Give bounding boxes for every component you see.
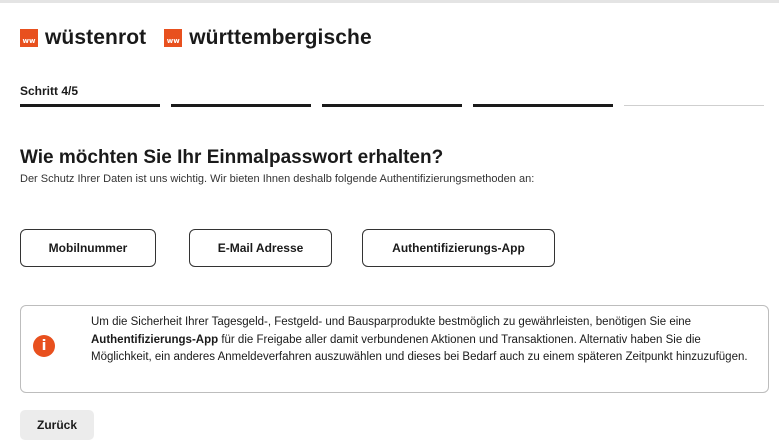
progress-segment-4	[473, 104, 613, 107]
info-text-bold: Authentifizierungs-App	[91, 333, 219, 346]
progress-segment-5	[624, 105, 764, 106]
info-notice: i Um die Sicherheit Ihrer Tagesgeld-, Fe…	[20, 305, 769, 393]
progress-segment-1	[20, 104, 160, 107]
email-address-button[interactable]: E-Mail Adresse	[189, 229, 332, 267]
page-subtitle: Der Schutz Ihrer Daten ist uns wichtig. …	[20, 173, 535, 185]
back-button[interactable]: Zurück	[20, 410, 94, 440]
mobile-number-button[interactable]: Mobilnummer	[20, 229, 156, 267]
progress-segment-2	[171, 104, 311, 107]
wuestenrot-logo: ww wüstenrot	[20, 26, 146, 50]
info-text-start: Um die Sicherheit Ihrer Tagesgeld-, Fest…	[91, 316, 692, 328]
authenticator-app-button[interactable]: Authentifizierungs-App	[362, 229, 555, 267]
info-icon: i	[33, 335, 55, 357]
brand-logos: ww wüstenrot ww württembergische	[20, 26, 372, 50]
ww-logo-mark-icon: ww	[164, 29, 183, 47]
progress-segment-3	[322, 104, 462, 107]
page-title: Wie möchten Sie Ihr Einmalpasswort erhal…	[20, 147, 444, 168]
ww-logo-mark-icon: ww	[20, 29, 38, 47]
step-label: Schritt 4/5	[20, 84, 79, 98]
step-progress-bar	[20, 104, 769, 108]
wuerttembergische-logo: ww württembergische	[164, 26, 372, 50]
wuerttembergische-logo-text: württembergische	[189, 26, 372, 49]
top-border	[0, 0, 779, 3]
info-notice-text: Um die Sicherheit Ihrer Tagesgeld-, Fest…	[91, 314, 756, 367]
wuestenrot-logo-text: wüstenrot	[45, 26, 147, 49]
